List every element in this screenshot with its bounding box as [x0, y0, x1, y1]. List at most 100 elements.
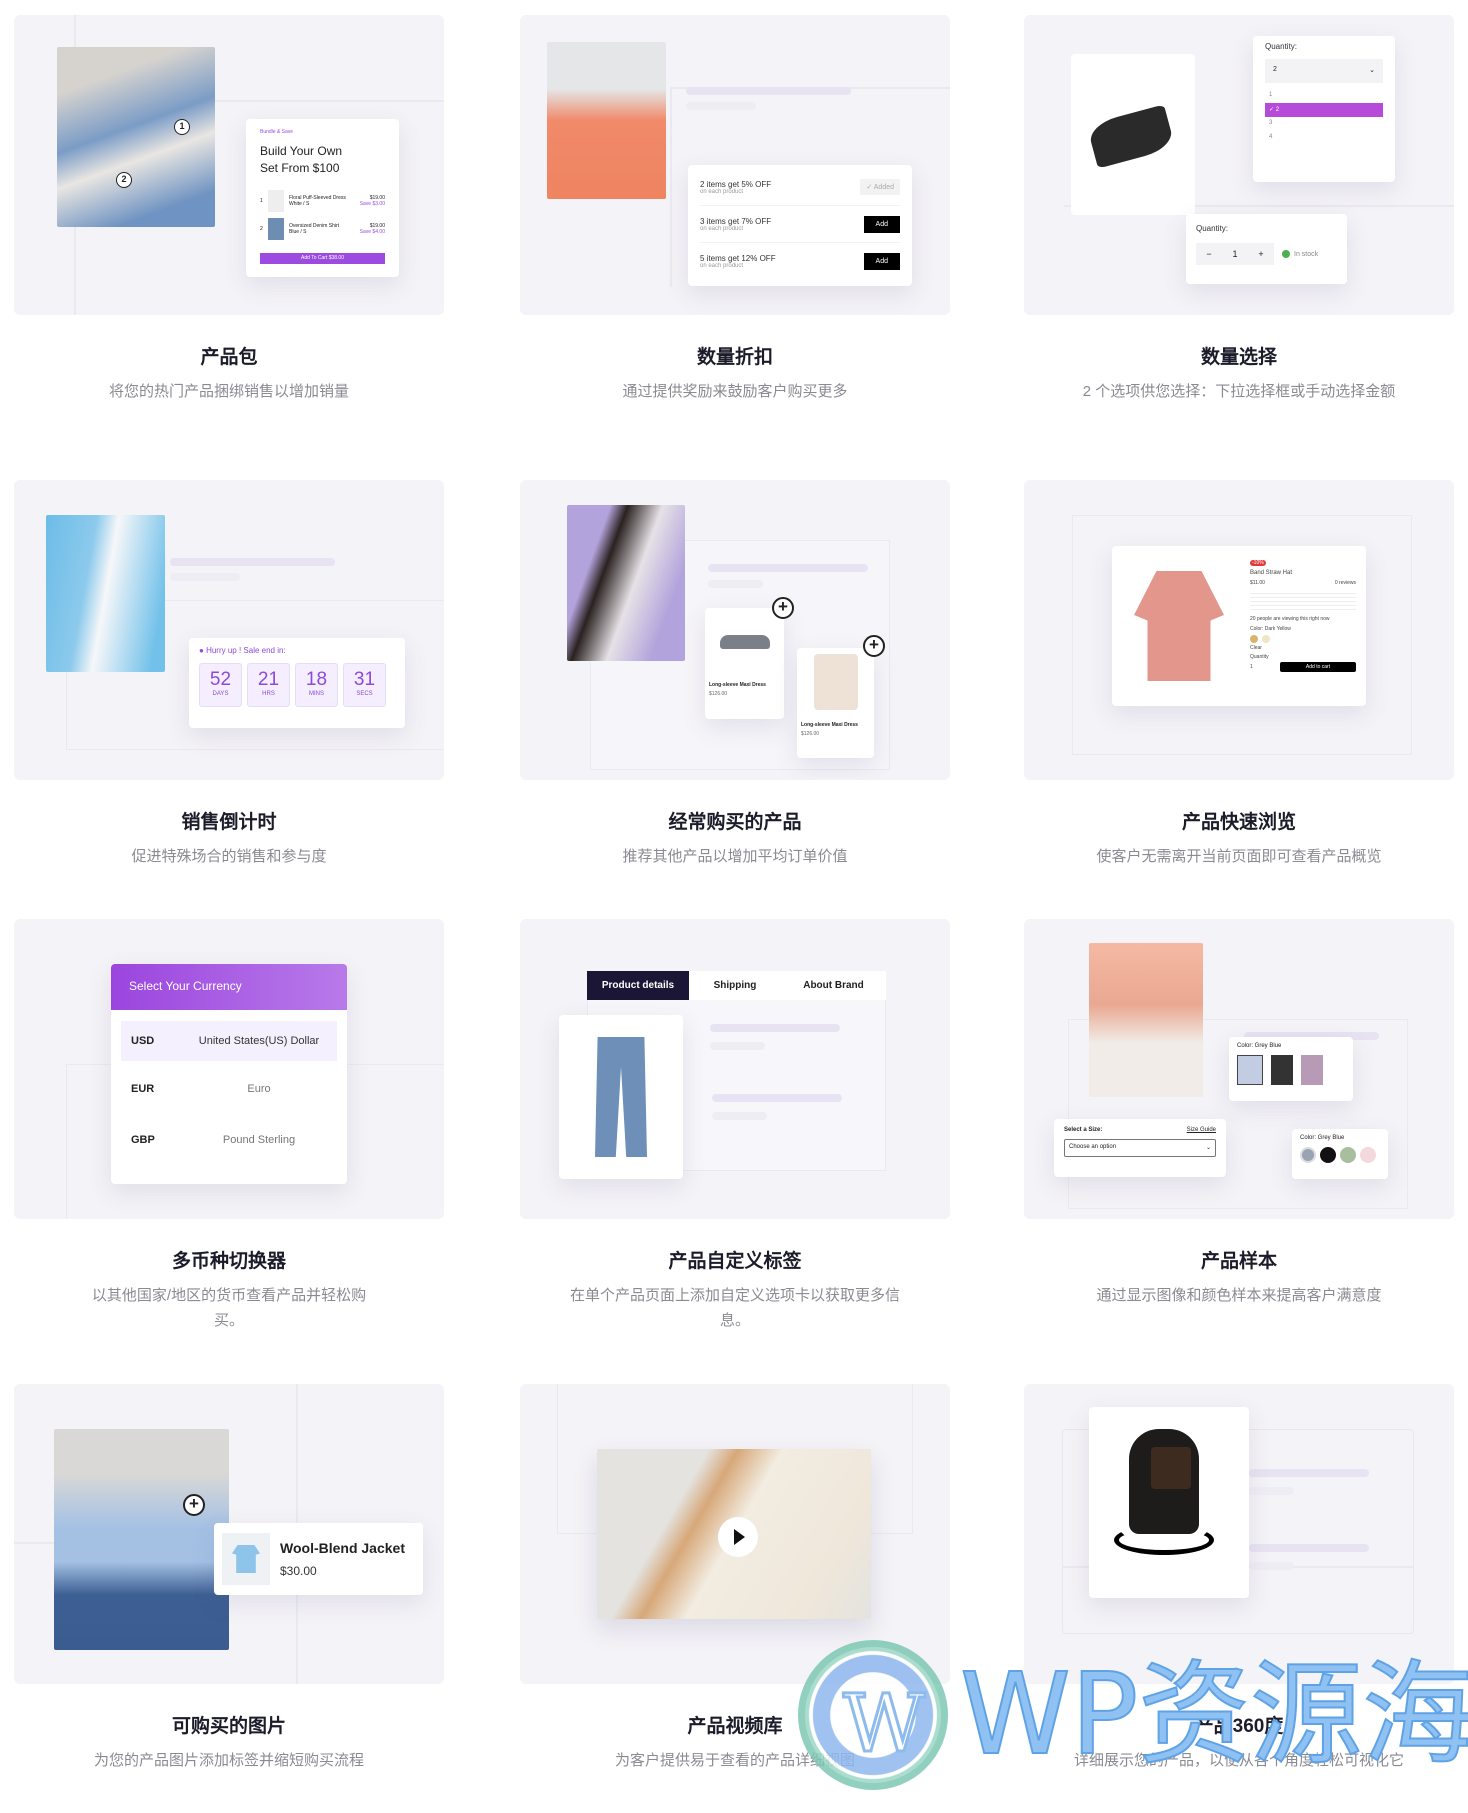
bundle-item: 2 Oversized Denim Shirt Blue / S $19.00 Sa… [260, 215, 385, 243]
feature-title: 产品视频库 [687, 1716, 783, 1737]
model-photo [57, 47, 215, 227]
feature-title: 产品样本 [1200, 1251, 1277, 1272]
model-photo [46, 515, 165, 672]
bundle-popup: Bundle & Save Build Your Own Set From $10… [246, 119, 399, 277]
model-photo [1089, 943, 1203, 1097]
add-button[interactable]: Add [863, 253, 900, 270]
tier-row: 2 items get 5% OFF on each product ✓ Adde… [700, 169, 900, 206]
swatch-color[interactable] [1340, 1147, 1356, 1163]
chevron-down-icon: ⌄ [1205, 1145, 1211, 1151]
feature-desc: 为客户提供易于查看的产品详细视图 [614, 1752, 855, 1769]
discount-tiers: 2 items get 5% OFF on each product ✓ Adde… [688, 165, 912, 286]
feature-title: 产品自定义标签 [668, 1251, 802, 1272]
feature-card-product-swatches: Color: Grey Blue Select a Size: Size Guid… [1024, 919, 1454, 1219]
option[interactable]: 4 [1265, 131, 1383, 145]
minus-button[interactable]: − [1206, 249, 1211, 259]
countdown-timer: ● Hurry up ! Sale end in: 52 DAYS 21 HRS 18 M… [189, 638, 405, 728]
currency-switcher[interactable]: Select Your Currency USD United States(US… [111, 964, 347, 1184]
swatch-image[interactable] [1301, 1055, 1323, 1085]
currency-header: Select Your Currency [111, 964, 347, 1010]
product-card[interactable]: Long-sleeve Maxi Dress $126.00 [705, 608, 784, 719]
hotspot-2[interactable]: 2 [116, 172, 132, 188]
option-selected[interactable]: ✓ 2 [1265, 103, 1383, 117]
feature-card-quantity-selector: Quantity: 2 ⌄ 1 ✓ 2 3 4 Quantity: −1 + In … [1024, 15, 1454, 315]
countdown-mins: 18 MINS [295, 663, 338, 707]
feature-desc: 详细展示您的产品，以便从各个角度轻松可视化它 [1074, 1752, 1405, 1769]
feature-title: 产品包 [200, 347, 258, 368]
quantity-select[interactable]: 2 ⌄ [1265, 59, 1383, 83]
swatch-image[interactable] [1237, 1055, 1263, 1085]
feature-title: 数量折扣 [696, 347, 773, 368]
hotspot-plus-icon[interactable]: + [183, 1494, 205, 1516]
size-select[interactable]: Choose an option ⌄ [1064, 1139, 1216, 1157]
feature-desc: 在单个产品页面上添加自定义选项卡以获取更多信息。 [570, 1287, 901, 1329]
feature-card-sales-countdown: ● Hurry up ! Sale end in: 52 DAYS 21 HRS 18 M… [14, 480, 444, 780]
feature-title: 数量选择 [1200, 347, 1277, 368]
swatch-color[interactable] [1320, 1147, 1336, 1163]
add-to-cart-button[interactable]: Add to cart [1280, 662, 1356, 672]
shoe-image [1071, 54, 1195, 215]
feature-title: 销售倒计时 [181, 812, 277, 833]
tab-about-brand[interactable]: About Brand [781, 971, 886, 1000]
feature-desc: 推荐其他产品以增加平均订单价值 [622, 848, 848, 865]
quantity-dropdown[interactable]: Quantity: 2 ⌄ 1 ✓ 2 3 4 [1253, 36, 1395, 182]
feature-card-360-view [1024, 1384, 1454, 1684]
sale-badge: -10% [1250, 560, 1266, 566]
product-tag-popup[interactable]: Wool-Blend Jacket $30.00 [214, 1523, 423, 1595]
add-icon[interactable]: + [772, 597, 794, 619]
rotate-360-icon [1114, 1525, 1214, 1555]
tab-shipping[interactable]: Shipping [689, 971, 781, 1000]
add-icon[interactable]: + [863, 635, 885, 657]
feature-title: 产品快速浏览 [1181, 812, 1296, 833]
quantity-stepper-box: Quantity: −1 + In stock [1186, 214, 1347, 284]
tab-bar: Product details Shipping About Brand [587, 971, 886, 1000]
countdown-secs: 31 SECS [343, 663, 386, 707]
model-photo [567, 505, 685, 661]
countdown-days: 52 DAYS [199, 663, 242, 707]
feature-card-currency-switcher: Select Your Currency USD United States(US… [14, 919, 444, 1219]
option[interactable]: 3 [1265, 117, 1383, 131]
quantity-stepper[interactable]: −1 + [1196, 243, 1274, 265]
bundle-items: 1 Floral Puff-Sleeved Dress White / S $19… [260, 187, 385, 243]
plus-button[interactable]: + [1258, 249, 1263, 259]
play-button[interactable] [718, 1517, 758, 1557]
backpack-image[interactable] [1089, 1407, 1249, 1598]
currency-option-gbp[interactable]: GBP Pound Sterling [121, 1120, 337, 1160]
swatch-color[interactable] [1300, 1147, 1316, 1163]
swatch-color[interactable] [1360, 1147, 1376, 1163]
play-icon [734, 1529, 745, 1545]
bundle-item: 1 Floral Puff-Sleeved Dress White / S $19… [260, 187, 385, 215]
feature-desc: 通过显示图像和颜色样本来提高客户满意度 [1096, 1287, 1382, 1304]
jeans-image [559, 1015, 683, 1179]
feature-desc: 以其他国家/地区的货币查看产品并轻松购买。 [91, 1287, 367, 1329]
tab-product-details[interactable]: Product details [587, 971, 689, 1000]
countdown-hours: 21 HRS [247, 663, 290, 707]
currency-option-eur[interactable]: EUR Euro [121, 1069, 337, 1109]
product-card[interactable]: Long-sleeve Maxi Dress $126.00 [797, 648, 874, 758]
color-swatches: Color: Grey Blue [1292, 1129, 1388, 1179]
video-thumbnail[interactable] [597, 1449, 871, 1619]
tier-row: 3 items get 7% OFF on each product Add [700, 206, 900, 243]
quantity-stepper[interactable]: 1 [1250, 664, 1280, 670]
feature-card-frequently-bought: Long-sleeve Maxi Dress $126.00 Long-slee… [520, 480, 950, 780]
hotspot-1[interactable]: 1 [174, 119, 190, 135]
add-to-cart-button[interactable]: Add To Cart $38.00 [260, 253, 385, 264]
swatch-image[interactable] [1271, 1055, 1293, 1085]
feature-card-shoppable-images: + Wool-Blend Jacket $30.00 [14, 1384, 444, 1684]
fire-icon: ● [199, 646, 204, 655]
feature-card-bundle: 1 2 Bundle & Save Build Your Own Set From… [14, 15, 444, 315]
quick-view-modal: -10% Band Straw Hat $11.00 0 reviews 20 p… [1112, 546, 1366, 706]
feature-card-quick-view: -10% Band Straw Hat $11.00 0 reviews 20 p… [1024, 480, 1454, 780]
tier-row: 5 items get 12% OFF on each product Add [700, 243, 900, 280]
currency-option-usd[interactable]: USD United States(US) Dollar [121, 1021, 337, 1061]
image-swatches: Color: Grey Blue [1229, 1037, 1353, 1101]
bundle-heading: Build Your Own Set From $100 [260, 144, 343, 175]
option[interactable]: 1 [1265, 89, 1383, 103]
feature-desc: 通过提供奖励来鼓励客户购买更多 [622, 383, 848, 400]
chevron-down-icon: ⌄ [1369, 67, 1375, 74]
size-guide-link[interactable]: Size Guide [1187, 1127, 1216, 1133]
add-button[interactable]: Add [863, 215, 900, 233]
feature-card-video-gallery [520, 1384, 950, 1684]
model-photo [547, 42, 666, 199]
added-button[interactable]: ✓ Added [860, 179, 900, 195]
